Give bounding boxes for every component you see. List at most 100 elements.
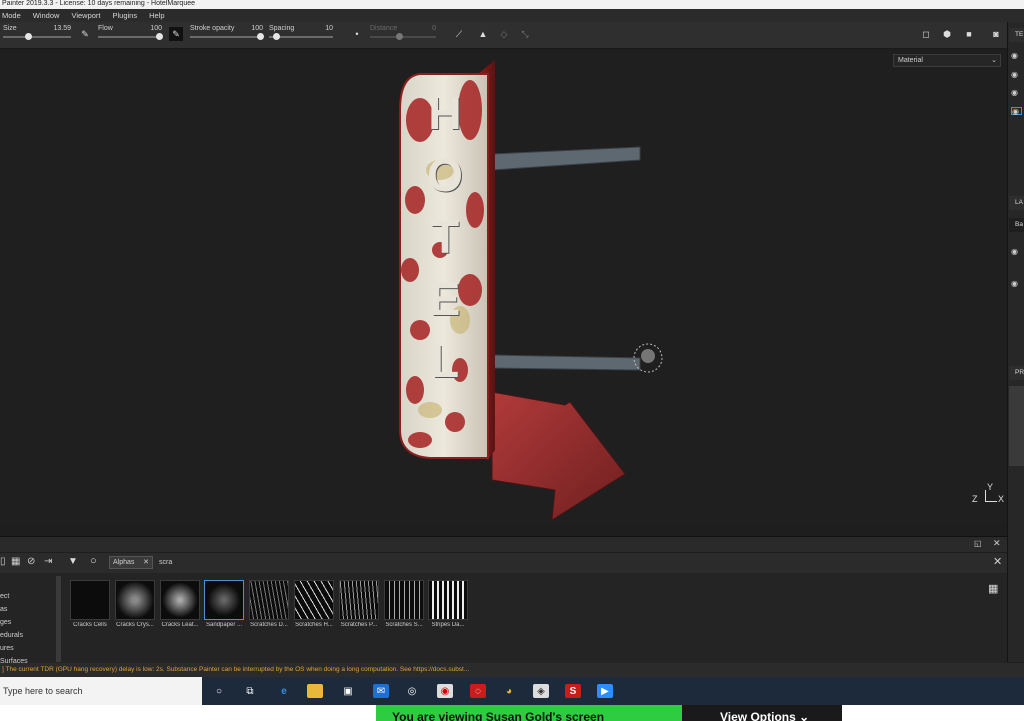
layer-eye-icon[interactable]: ◉ [1011,280,1022,288]
visibility-eye-icon[interactable]: ◉ [1011,107,1022,116]
filter-tag[interactable]: Alphas ✕ [109,556,153,569]
clear-search-icon[interactable]: ✕ [993,555,1002,568]
float-panel-icon[interactable]: ◱ [974,539,982,548]
mirror-icon[interactable]: ◇ [497,27,511,41]
3d-viewport[interactable]: H O T E L Y Z X [0,50,1007,524]
alpha-thumbnail[interactable] [428,580,468,620]
alpha-thumbnail[interactable] [294,580,334,620]
grid-view-icon[interactable]: ▦ [988,582,998,595]
flow-value[interactable]: 100 [128,25,162,32]
alpha-label: Cracks Leat... [161,622,199,628]
reset-filter-icon[interactable]: ○ [90,555,97,567]
app-gray-icon[interactable]: ◈ [533,684,549,698]
align-icon[interactable]: ⤡ [518,27,532,41]
remove-tag-icon[interactable]: ✕ [143,557,149,568]
screenshot-camera-icon[interactable]: ◙ [989,27,1003,41]
right-panel: TE ◉ ◉ ◉ ◉ LA Ba ◉ ◉ PR [1007,22,1024,662]
close-panel-icon[interactable]: ✕ [993,538,1001,549]
video-camera-icon[interactable]: ■ [962,27,976,41]
shelf-categories: ect as ges edurals ures Surfaces [0,576,56,665]
menu-help[interactable]: Help [149,11,164,20]
flow-slider-knob[interactable] [156,33,163,40]
task-view-icon[interactable]: ⧉ [242,684,258,698]
viewport-material-select[interactable]: Material ⌄ [893,54,1001,67]
opacity-label: Stroke opacity [190,25,235,32]
menu-plugins[interactable]: Plugins [113,11,138,20]
camera-2d-icon[interactable]: ◻ [919,27,933,41]
opacity-slider[interactable] [190,33,264,40]
layers-blend-select[interactable]: Ba [1009,218,1024,232]
taskbar-search-input[interactable]: Type here to search [0,677,202,705]
file-explorer-icon[interactable] [307,684,323,698]
category-item[interactable]: edurals [0,629,56,642]
zoom-icon[interactable]: ▶ [597,684,613,698]
visibility-eye-icon[interactable]: ◉ [1011,89,1022,97]
alpha-thumbnail[interactable] [70,580,110,620]
steam-icon[interactable]: ◎ [404,684,420,698]
spacing-slider[interactable] [269,33,333,40]
line-mode-icon[interactable]: ⟋ [452,27,466,41]
opacity-value[interactable]: 100 [240,25,263,32]
alpha-thumbnail[interactable] [249,580,289,620]
alpha-label: Cracks Cells [73,622,107,628]
shelf-new-icon[interactable]: ▯ [0,556,6,567]
letter-h: H [428,87,462,139]
category-item[interactable]: ges [0,616,56,629]
letter-l: L [430,335,460,387]
opacity-slider-knob[interactable] [257,33,264,40]
mail-icon[interactable]: ✉ [373,684,389,698]
properties-panel-header[interactable]: PR [1009,366,1024,380]
size-slider-knob[interactable] [25,33,32,40]
chrome-icon[interactable]: ◕ [501,684,517,698]
layers-panel-header[interactable]: LA [1009,196,1024,210]
category-item[interactable]: as [0,603,56,616]
axis-gizmo: Y Z X [972,482,1006,510]
substance-painter-icon[interactable]: S [565,684,581,698]
size-value[interactable]: 13.59 [33,25,71,32]
spacing-value[interactable]: 10 [309,25,333,32]
distance-slider[interactable] [370,33,436,40]
category-item[interactable]: ect [0,590,56,603]
lazy-mouse-icon[interactable]: • [350,27,364,41]
alpha-thumbnail[interactable] [160,580,200,620]
spacing-slider-knob[interactable] [273,33,280,40]
distance-slider-knob[interactable] [396,33,403,40]
axis-y: Y [987,482,994,492]
alpha-thumbnail[interactable] [384,580,424,620]
flow-slider[interactable] [98,33,163,40]
alpha-thumbnail[interactable] [339,580,379,620]
menu-window[interactable]: Window [33,11,60,20]
filter-icon[interactable]: ▼ [68,556,78,567]
category-item[interactable]: ures [0,642,56,655]
zoom-view-options-button[interactable]: View Options ⌄ [682,705,842,721]
menu-mode[interactable]: Mode [2,11,21,20]
filter-tag-label: Alphas [113,559,135,566]
alpha-thumbnail[interactable] [115,580,155,620]
hotel-sign-model [399,60,663,521]
import-icon[interactable]: ⇥ [44,556,52,567]
textureset-panel-header[interactable]: TE [1009,28,1024,42]
cortana-icon[interactable]: ○ [211,684,227,698]
lower-rod [491,354,641,371]
menu-viewport[interactable]: Viewport [71,11,100,20]
app-red-icon[interactable]: ◌ [470,684,486,698]
distance-value[interactable]: 0 [410,25,436,32]
alpha-thumbnail-selected[interactable] [204,580,244,620]
display-3d-icon[interactable]: ⬢ [940,27,954,41]
pen-pressure-icon[interactable]: ✎ [78,27,92,41]
layer-eye-icon[interactable]: ◉ [1011,248,1022,256]
shelf-calendar-icon[interactable]: ▦ [11,556,20,567]
category-scrollbar[interactable] [56,576,61,662]
app-icon[interactable]: ◉ [437,684,453,698]
shelf-search-input[interactable]: scra [156,556,456,569]
size-label: Size [3,25,17,32]
visibility-eye-icon[interactable]: ◉ [1011,71,1022,79]
hide-icon[interactable]: ⊘ [27,556,35,567]
flow-pressure-icon[interactable]: ✎ [169,27,183,41]
edge-browser-icon[interactable]: e [276,684,292,698]
store-icon[interactable]: ▣ [340,684,356,698]
symmetry-icon[interactable]: ▲ [476,27,490,41]
size-slider[interactable] [3,33,71,40]
red-arrow [491,391,626,521]
visibility-eye-icon[interactable]: ◉ [1011,52,1022,60]
